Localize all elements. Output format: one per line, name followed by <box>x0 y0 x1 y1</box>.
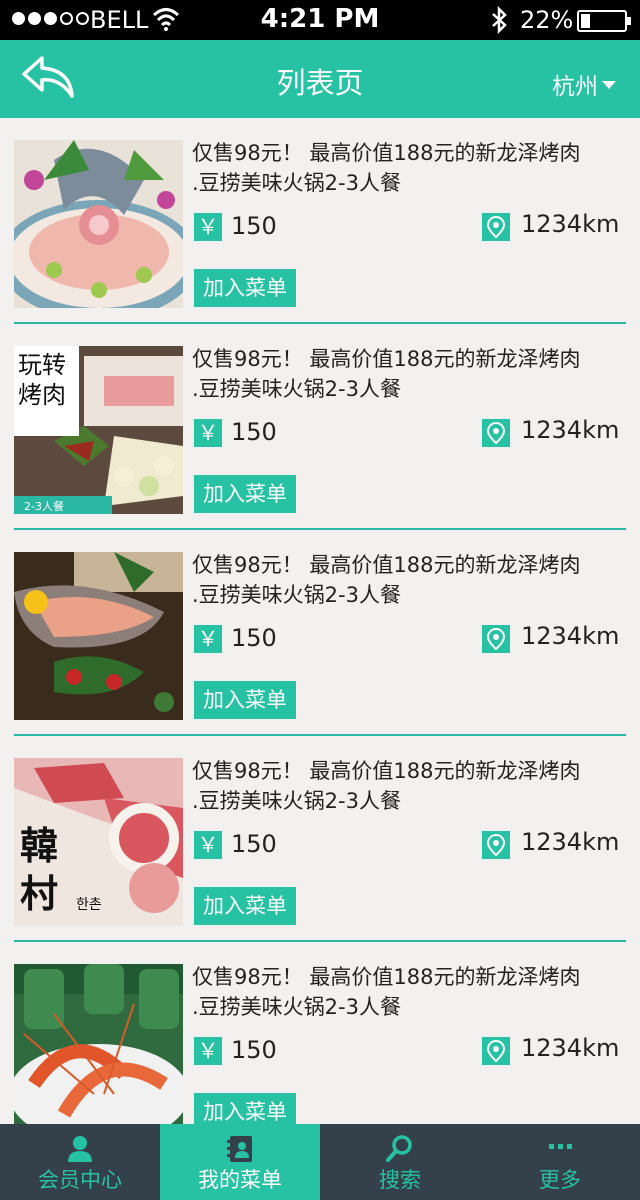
location-pin-icon <box>482 1037 510 1065</box>
dish-image <box>14 964 183 1124</box>
deal-price: 150 <box>231 418 277 446</box>
deal-description: 仅售98元！ 最高价值188元的新龙泽烤肉 .豆捞美味火锅2-3人餐 <box>192 759 581 813</box>
page-title: 列表页 <box>276 66 364 100</box>
dish-image <box>14 552 183 720</box>
add-to-menu-button[interactable]: 加入菜单 <box>194 475 296 513</box>
deal-price: 150 <box>231 624 277 652</box>
tab-label: 更多 <box>539 1168 581 1192</box>
deal-description: 仅售98元！ 最高价值188元的新龙泽烤肉 .豆捞美味火锅2-3人餐 <box>192 347 581 401</box>
location-pin-icon <box>482 213 510 241</box>
add-to-menu-button[interactable]: 加入菜单 <box>194 681 296 719</box>
deal-distance: 1234km <box>521 622 620 650</box>
yuan-icon: ￥ <box>194 625 222 653</box>
search-icon <box>382 1134 418 1164</box>
deal-price: 150 <box>231 830 277 858</box>
image-overlay-subtext: 한촌 <box>76 897 102 913</box>
location-pin-icon <box>482 419 510 447</box>
tab-label: 我的菜单 <box>198 1168 282 1192</box>
contacts-book-icon <box>222 1134 258 1164</box>
tab-more[interactable]: 更多 <box>480 1124 640 1200</box>
list-item[interactable]: 玩转 烤肉 2-3人餐 仅售98元！ 最高价值188元的新龙泽烤肉 .豆捞美味火… <box>0 324 640 530</box>
yuan-icon: ￥ <box>194 213 222 241</box>
battery-icon <box>577 10 631 32</box>
more-dots-icon <box>542 1134 578 1164</box>
yuan-icon: ￥ <box>194 419 222 447</box>
bluetooth-icon <box>489 5 509 35</box>
yuan-icon: ￥ <box>194 1037 222 1065</box>
add-to-menu-button[interactable]: 加入菜单 <box>194 887 296 925</box>
city-selector[interactable]: 杭州 <box>552 67 616 101</box>
list-item[interactable]: 仅售98元！ 最高价值188元的新龙泽烤肉 .豆捞美味火锅2-3人餐 ￥ 150… <box>0 530 640 736</box>
list-item[interactable]: 仅售98元！ 最高价值188元的新龙泽烤肉 .豆捞美味火锅2-3人餐 ￥ 150… <box>0 942 640 1124</box>
city-label: 杭州 <box>552 74 598 100</box>
deal-price: 150 <box>231 1036 277 1064</box>
image-overlay-text: 韓 村 <box>20 824 59 916</box>
image-overlay-text: 玩转 烤肉 <box>18 351 66 409</box>
deal-distance: 1234km <box>521 828 620 856</box>
list-item[interactable]: 韓 村 한촌 仅售98元！ 最高价值188元的新龙泽烤肉 .豆捞美味火锅2-3人… <box>0 736 640 942</box>
deal-distance: 1234km <box>521 210 620 238</box>
tab-label: 会员中心 <box>38 1168 122 1192</box>
deal-distance: 1234km <box>521 416 620 444</box>
dish-image: 韓 村 한촌 <box>14 758 183 926</box>
image-badge: 2-3人餐 <box>24 500 64 513</box>
add-to-menu-button[interactable]: 加入菜单 <box>194 1093 296 1124</box>
dish-image <box>14 140 183 308</box>
deal-distance: 1234km <box>521 1034 620 1062</box>
deal-price: 150 <box>231 212 277 240</box>
tab-label: 搜索 <box>379 1168 421 1192</box>
tab-member-center[interactable]: 会员中心 <box>0 1124 160 1200</box>
navigation-bar: 列表页 杭州 <box>0 40 640 118</box>
user-icon <box>62 1134 98 1164</box>
location-pin-icon <box>482 625 510 653</box>
deal-description: 仅售98元！ 最高价值188元的新龙泽烤肉 .豆捞美味火锅2-3人餐 <box>192 965 581 1019</box>
tab-search[interactable]: 搜索 <box>320 1124 480 1200</box>
deal-description: 仅售98元！ 最高价值188元的新龙泽烤肉 .豆捞美味火锅2-3人餐 <box>192 553 581 607</box>
caret-down-icon <box>602 81 616 89</box>
deal-list: 仅售98元！ 最高价值188元的新龙泽烤肉 .豆捞美味火锅2-3人餐 ￥ 150… <box>0 118 640 1124</box>
yuan-icon: ￥ <box>194 831 222 859</box>
dish-image: 玩转 烤肉 2-3人餐 <box>14 346 183 514</box>
status-bar: BELL 4:21 PM 22% <box>0 0 640 40</box>
deal-description: 仅售98元！ 最高价值188元的新龙泽烤肉 .豆捞美味火锅2-3人餐 <box>192 141 581 195</box>
tab-bar: 会员中心 我的菜单 搜索 更多 <box>0 1124 640 1200</box>
tab-my-menu[interactable]: 我的菜单 <box>160 1124 320 1200</box>
location-pin-icon <box>482 831 510 859</box>
battery-percentage: 22% <box>520 6 574 34</box>
add-to-menu-button[interactable]: 加入菜单 <box>194 269 296 307</box>
list-item[interactable]: 仅售98元！ 最高价值188元的新龙泽烤肉 .豆捞美味火锅2-3人餐 ￥ 150… <box>0 118 640 324</box>
